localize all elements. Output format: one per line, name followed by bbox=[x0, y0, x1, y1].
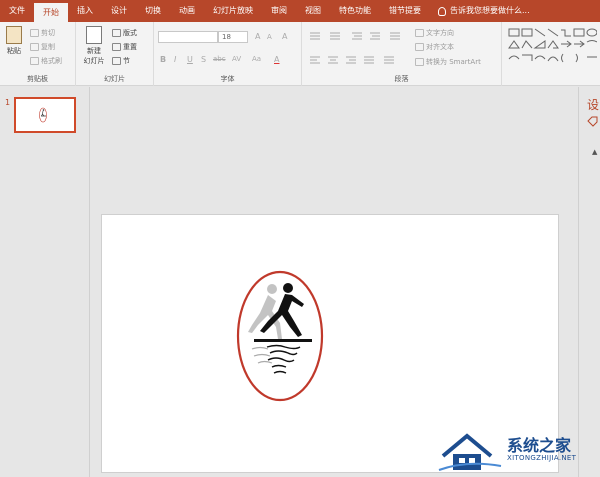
section-icon bbox=[112, 57, 121, 65]
font-size-combo[interactable]: 18 bbox=[218, 31, 248, 43]
text-direction-icon bbox=[415, 29, 424, 37]
lightbulb-icon bbox=[438, 6, 446, 16]
reset-button[interactable]: 重置 bbox=[112, 42, 137, 52]
list-indent-icons[interactable] bbox=[308, 30, 408, 42]
align-icons[interactable] bbox=[308, 54, 408, 66]
font-name-combo[interactable] bbox=[158, 31, 218, 43]
reset-icon bbox=[112, 43, 121, 51]
format-painter-label: 格式刷 bbox=[41, 57, 62, 65]
smartart-label: 转换为 SmartArt bbox=[426, 58, 481, 66]
slides-group: 新建 幻灯片 版式 重置 节 幻灯片 bbox=[76, 22, 154, 86]
tab-design[interactable]: 设计 bbox=[102, 0, 136, 22]
tab-features[interactable]: 特色功能 bbox=[330, 0, 380, 22]
tag-icon[interactable] bbox=[586, 116, 598, 128]
tab-animations[interactable]: 动画 bbox=[170, 0, 204, 22]
paste-icon bbox=[6, 26, 22, 44]
align-text-icon bbox=[415, 43, 424, 51]
tab-insert[interactable]: 插入 bbox=[68, 0, 102, 22]
bold-button[interactable]: B bbox=[160, 55, 166, 64]
layout-button[interactable]: 版式 bbox=[112, 28, 137, 38]
tell-me-search[interactable]: 告诉我您想要做什么... bbox=[438, 0, 530, 22]
slide-thumbnail[interactable] bbox=[14, 97, 76, 133]
thumbnail-runner-icon bbox=[39, 107, 47, 123]
slide-number: 1 bbox=[5, 98, 11, 107]
shadow-button[interactable]: S bbox=[201, 55, 206, 64]
layout-icon bbox=[112, 29, 121, 37]
strike-button[interactable]: abc bbox=[213, 55, 226, 63]
format-painter-button[interactable]: 格式刷 bbox=[30, 56, 62, 66]
paste-label: 粘贴 bbox=[7, 47, 21, 55]
ribbon-tab-bar: 文件 开始 插入 设计 切换 动画 幻灯片放映 审阅 视图 特色功能 错节提要 … bbox=[0, 0, 600, 22]
clipboard-group-label: 剪贴板 bbox=[27, 75, 48, 83]
paste-button[interactable]: 粘贴 bbox=[3, 26, 25, 56]
italic-button[interactable]: I bbox=[174, 55, 176, 64]
tab-home[interactable]: 开始 bbox=[34, 3, 68, 22]
ribbon-home: 粘贴 剪切 复制 格式刷 剪贴板 新建 幻灯片 版式 重置 节 幻灯片 18 A… bbox=[0, 22, 600, 86]
brush-icon bbox=[30, 57, 39, 65]
font-group: 18 A A A B I U S abc AV Aa A 字体 bbox=[154, 22, 302, 86]
copy-icon bbox=[30, 43, 39, 51]
clipboard-group: 粘贴 剪切 复制 格式刷 剪贴板 bbox=[0, 22, 76, 86]
text-direction-button[interactable]: 文字方向 bbox=[415, 28, 454, 38]
clear-format-button[interactable]: A bbox=[282, 32, 287, 41]
site-watermark: 系统之家 XITONGZHIJIA.NET bbox=[437, 428, 600, 477]
cut-label: 剪切 bbox=[41, 29, 55, 37]
font-group-label: 字体 bbox=[220, 75, 235, 83]
align-text-label: 对齐文本 bbox=[426, 43, 454, 51]
change-case-button[interactable]: Aa bbox=[252, 55, 261, 63]
smartart-button[interactable]: 转换为 SmartArt bbox=[415, 57, 481, 67]
layout-label: 版式 bbox=[123, 29, 137, 37]
shrink-font-button[interactable]: A bbox=[267, 33, 272, 41]
tab-file[interactable]: 文件 bbox=[0, 0, 34, 22]
grow-font-button[interactable]: A bbox=[255, 32, 260, 41]
scissors-icon bbox=[30, 29, 39, 37]
paragraph-group-label: 段落 bbox=[394, 75, 409, 83]
tab-slideshow[interactable]: 幻灯片放映 bbox=[204, 0, 262, 22]
underline-button[interactable]: U bbox=[187, 55, 193, 64]
section-label: 节 bbox=[123, 57, 130, 65]
tell-me-text: 告诉我您想要做什么... bbox=[450, 6, 530, 15]
scroll-up-arrow[interactable]: ▲ bbox=[592, 148, 597, 156]
watermark-title: 系统之家 bbox=[507, 436, 572, 455]
cut-button[interactable]: 剪切 bbox=[30, 28, 55, 38]
tab-transitions[interactable]: 切换 bbox=[136, 0, 170, 22]
house-logo-icon bbox=[438, 433, 502, 471]
copy-label: 复制 bbox=[41, 43, 55, 51]
tab-outline[interactable]: 错节提要 bbox=[380, 0, 430, 22]
font-color-button[interactable]: A bbox=[274, 55, 279, 64]
smartart-icon bbox=[415, 58, 424, 66]
spacing-button[interactable]: AV bbox=[232, 55, 241, 63]
text-direction-label: 文字方向 bbox=[426, 29, 454, 37]
paragraph-group: 文字方向 对齐文本 转换为 SmartArt 段落 bbox=[302, 22, 502, 86]
new-slide-label-2: 幻灯片 bbox=[83, 57, 105, 65]
shapes-gallery[interactable] bbox=[507, 27, 597, 71]
side-pane-label: 设 bbox=[587, 98, 600, 112]
section-button[interactable]: 节 bbox=[112, 56, 130, 66]
copy-button[interactable]: 复制 bbox=[30, 42, 55, 52]
tab-view[interactable]: 视图 bbox=[296, 0, 330, 22]
slides-group-label: 幻灯片 bbox=[104, 75, 125, 83]
new-slide-label-1: 新建 bbox=[87, 47, 101, 55]
new-slide-button[interactable]: 新建 幻灯片 bbox=[80, 26, 108, 66]
new-slide-icon bbox=[86, 26, 102, 44]
slide-thumbnail-pane: 1 bbox=[0, 87, 90, 477]
reset-label: 重置 bbox=[123, 43, 137, 51]
tab-review[interactable]: 审阅 bbox=[262, 0, 296, 22]
right-side-pane bbox=[578, 87, 600, 477]
watermark-url: XITONGZHIJIA.NET bbox=[507, 454, 577, 462]
align-text-button[interactable]: 对齐文本 bbox=[415, 42, 454, 52]
